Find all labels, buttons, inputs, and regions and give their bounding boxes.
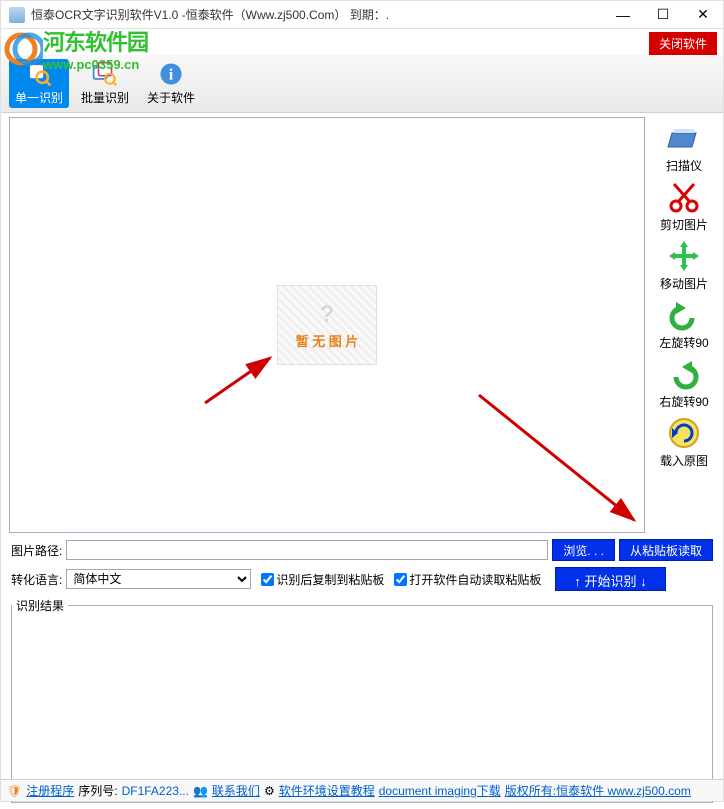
language-label: 转化语言: <box>11 571 62 588</box>
serial-label: 序列号: <box>78 782 117 799</box>
question-icon: ? <box>312 301 342 331</box>
result-label: 识别结果 <box>12 597 68 614</box>
copyright-link[interactable]: 版权所有:恒泰软件 www.zj500.com <box>505 782 691 799</box>
serial-value: DF1FA223... <box>122 784 189 798</box>
tab-single-recognize[interactable]: 单一识别 <box>9 59 69 108</box>
doc-imaging-link[interactable]: document imaging下载 <box>379 782 501 799</box>
shield-icon: 🛡 <box>7 784 22 798</box>
result-textarea[interactable] <box>12 614 712 802</box>
annotation-arrow <box>474 390 644 530</box>
magnifier-icon <box>25 61 53 87</box>
scissors-icon <box>666 180 702 214</box>
main-toolbar: 单一识别 批量识别 i 关于软件 <box>1 55 723 113</box>
status-bar: 🛡 注册程序 序列号: DF1FA223... 👥 联系我们 ⚙ 软件环境设置教程… <box>1 779 723 801</box>
annotation-arrow <box>200 348 280 408</box>
image-preview-area: ? 暂 无 图 片 <box>9 117 645 533</box>
app-icon <box>9 7 25 23</box>
svg-text:i: i <box>169 66 174 84</box>
path-label: 图片路径: <box>11 542 62 559</box>
maximize-button[interactable]: ☐ <box>643 1 683 29</box>
rotate-right-icon <box>666 357 702 391</box>
contact-link[interactable]: 联系我们 <box>212 782 260 799</box>
info-icon: i <box>157 61 185 87</box>
rotate-left-icon <box>666 298 702 332</box>
start-recognize-button[interactable]: ↑ 开始识别 ↓ <box>555 567 665 591</box>
window-title: 恒泰OCR文字识别软件V1.0 -恒泰软件（Www.zj500.Com） 到期：… <box>31 6 603 23</box>
scanner-button[interactable]: 扫描仪 <box>651 121 717 178</box>
image-path-input[interactable] <box>66 540 548 560</box>
gear-icon: ⚙ <box>264 784 275 798</box>
result-fieldset: 识别结果 <box>11 597 713 803</box>
titlebar: 恒泰OCR文字识别软件V1.0 -恒泰软件（Www.zj500.Com） 到期：… <box>1 1 723 29</box>
tab-label: 单一识别 <box>15 89 63 106</box>
reload-icon <box>666 416 702 450</box>
env-link[interactable]: 软件环境设置教程 <box>279 782 375 799</box>
rotate-left-button[interactable]: 左旋转90 <box>651 298 717 355</box>
batch-icon <box>91 61 119 87</box>
tab-label: 关于软件 <box>147 89 195 106</box>
language-select[interactable]: 简体中文 <box>66 569 251 589</box>
move-button[interactable]: 移动图片 <box>651 239 717 296</box>
tab-label: 批量识别 <box>81 89 129 106</box>
scanner-icon <box>666 121 702 155</box>
tool-sidebar: 扫描仪 剪切图片 移动图片 左旋转90 右旋转90 载入原图 <box>651 117 717 533</box>
move-icon <box>666 239 702 273</box>
browse-button[interactable]: 浏览. . . <box>552 539 615 561</box>
minimize-button[interactable]: — <box>603 1 643 29</box>
contact-icon: 👥 <box>193 784 208 798</box>
close-button[interactable]: ✕ <box>683 1 723 29</box>
close-software-button[interactable]: 关闭软件 <box>649 32 717 55</box>
autoread-checkbox[interactable]: 打开软件自动读取粘贴板 <box>394 571 541 588</box>
copy-after-checkbox[interactable]: 识别后复制到粘贴板 <box>261 571 384 588</box>
tab-about[interactable]: i 关于软件 <box>141 59 201 108</box>
tab-batch-recognize[interactable]: 批量识别 <box>75 59 135 108</box>
rotate-right-button[interactable]: 右旋转90 <box>651 357 717 414</box>
no-image-placeholder: ? 暂 无 图 片 <box>277 285 377 365</box>
crop-button[interactable]: 剪切图片 <box>651 180 717 237</box>
register-link[interactable]: 注册程序 <box>26 782 74 799</box>
placeholder-text: 暂 无 图 片 <box>296 331 359 350</box>
read-clipboard-button[interactable]: 从粘贴板读取 <box>619 539 713 561</box>
load-original-button[interactable]: 载入原图 <box>651 416 717 473</box>
